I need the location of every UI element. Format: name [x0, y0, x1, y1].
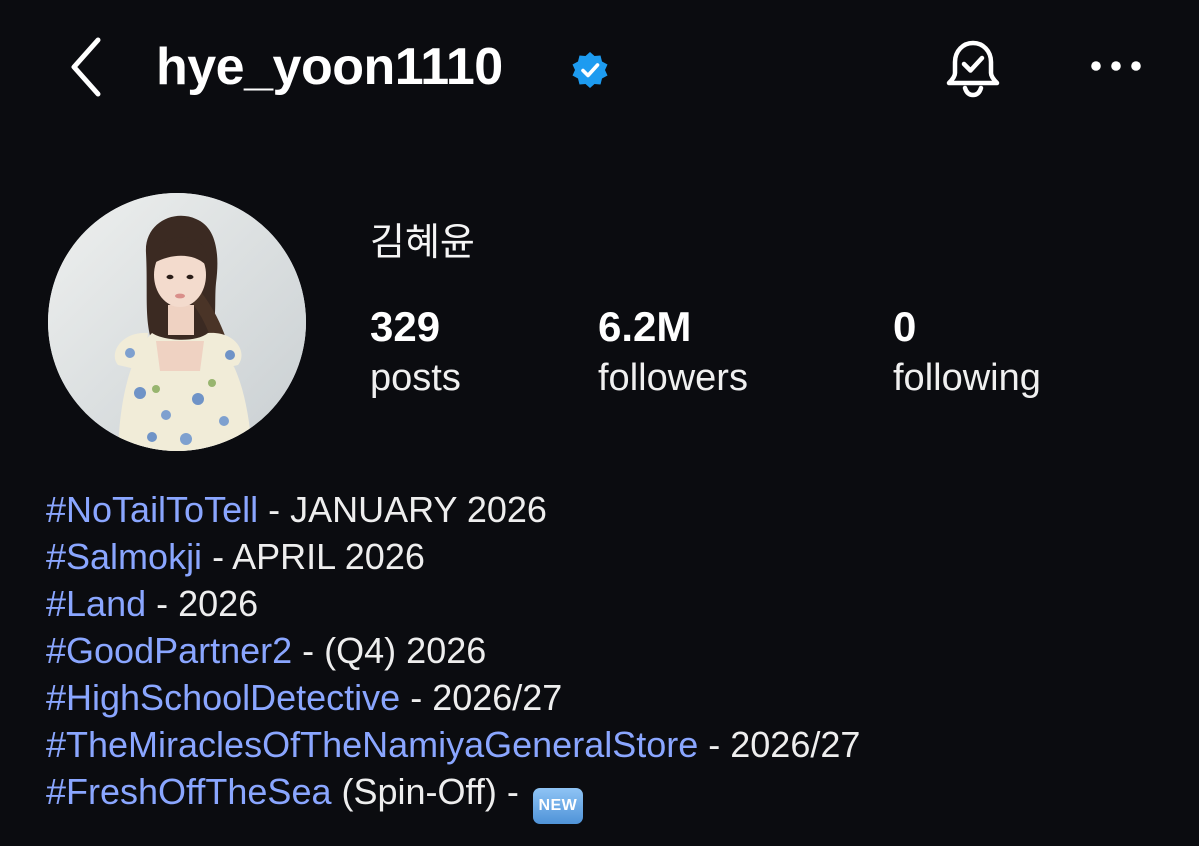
posts-count: 329 — [370, 303, 441, 350]
more-options-button[interactable] — [1086, 46, 1146, 86]
bio-text: - APRIL 2026 — [202, 536, 425, 577]
hashtag-link[interactable]: #TheMiraclesOfTheNamiyaGeneralStore — [46, 724, 698, 765]
bio-text: - (Q4) 2026 — [292, 630, 487, 671]
bio-text: - 2026/27 — [698, 724, 861, 765]
profile-display-name: 김혜윤 — [370, 222, 475, 264]
more-horizontal-icon — [1091, 61, 1141, 71]
profile-bio: #NoTailToTell - JANUARY 2026 #Salmokji -… — [46, 486, 860, 824]
hashtag-link[interactable]: #FreshOffTheSea — [46, 771, 332, 812]
bio-text: - JANUARY 2026 — [258, 489, 547, 530]
followers-label: followers — [598, 357, 748, 399]
bio-text: - 2026/27 — [400, 677, 563, 718]
profile-avatar[interactable] — [48, 193, 306, 451]
hashtag-link[interactable]: #Salmokji — [46, 536, 202, 577]
bio-text: - 2026 — [146, 583, 259, 624]
hashtag-link[interactable]: #NoTailToTell — [46, 489, 258, 530]
following-label: following — [893, 357, 1041, 399]
bio-line: #Land - 2026 — [46, 580, 860, 627]
bell-check-icon — [946, 40, 1000, 98]
followers-stat[interactable]: 6.2M followers — [598, 302, 748, 402]
bio-line: #HighSchoolDetective - 2026/27 — [46, 674, 860, 721]
posts-stat[interactable]: 329 posts — [370, 302, 461, 402]
bio-line: #GoodPartner2 - (Q4) 2026 — [46, 627, 860, 674]
following-count: 0 — [893, 303, 917, 350]
verified-badge-icon — [572, 52, 608, 88]
bio-line: #Salmokji - APRIL 2026 — [46, 533, 860, 580]
profile-page: hye_yoon1110 김혜윤 329 posts 6.2M follower… — [0, 0, 1199, 846]
followers-count: 6.2M — [598, 303, 692, 350]
back-button[interactable] — [58, 36, 114, 98]
hashtag-link[interactable]: #HighSchoolDetective — [46, 677, 400, 718]
avatar-photo — [48, 193, 306, 451]
hashtag-link[interactable]: #Land — [46, 583, 146, 624]
following-stat[interactable]: 0 following — [893, 302, 1041, 402]
profile-username: hye_yoon1110 — [156, 38, 503, 96]
posts-label: posts — [370, 357, 461, 399]
notifications-button[interactable] — [938, 34, 1008, 104]
bio-line: #FreshOffTheSea (Spin-Off) - NEW — [46, 768, 860, 824]
bio-line: #TheMiraclesOfTheNamiyaGeneralStore - 20… — [46, 721, 860, 768]
hashtag-link[interactable]: #GoodPartner2 — [46, 630, 292, 671]
bio-text: (Spin-Off) - — [331, 771, 529, 812]
bio-line: #NoTailToTell - JANUARY 2026 — [46, 486, 860, 533]
new-badge-icon: NEW — [532, 788, 583, 824]
chevron-left-icon — [71, 37, 101, 97]
